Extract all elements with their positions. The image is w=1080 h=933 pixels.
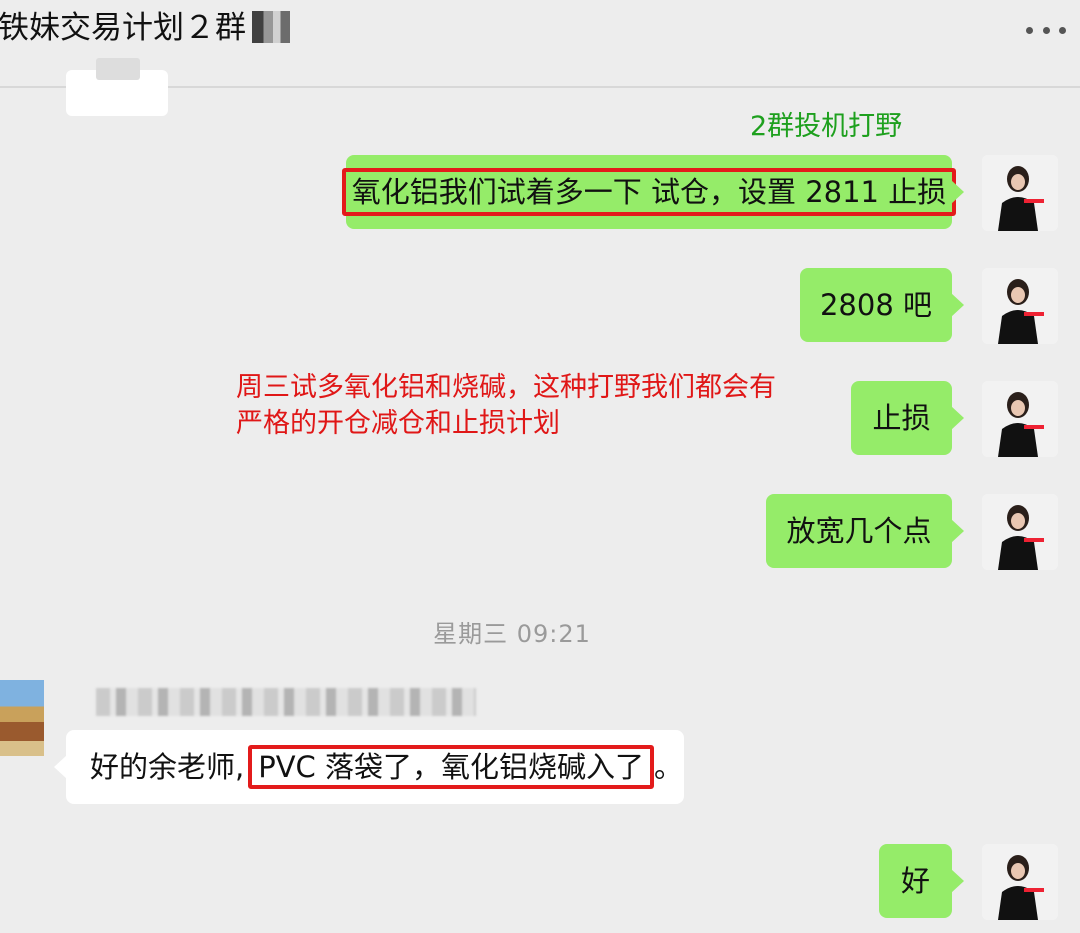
message-bubble-self[interactable]: 氧化铝我们试着多一下 试仓，设置 2811 止损 [341,155,964,229]
message-text-highlighted: PVC 落袋了，氧化铝烧碱入了 [248,745,655,789]
annotation-red: 周三试多氧化铝和烧碱，这种打野我们都会有 严格的开仓减仓和止损计划 [236,370,776,442]
avatar-self[interactable] [982,381,1058,457]
message-text: 2808 吧 [819,288,933,322]
avatar-self[interactable] [982,155,1058,231]
avatar-self[interactable] [982,268,1058,344]
message-text: 放宽几个点 [786,514,932,548]
previous-message-bubble [66,58,168,116]
avatar-self[interactable] [982,494,1058,570]
annotation-green: 2群投机打野 [750,111,903,142]
chat-timestamp: 星期三 09:21 [433,620,591,648]
message-bubble-self[interactable]: 放宽几个点 [766,494,964,568]
avatar-self[interactable] [982,844,1058,920]
annotation-red-line1: 周三试多氧化铝和烧碱，这种打野我们都会有 [236,372,776,403]
mosaic-icon [252,11,290,43]
message-bubble-self[interactable]: 止损 [851,381,964,455]
message-text: 止损 [872,401,931,435]
annotation-red-line2: 严格的开仓减仓和止损计划 [236,408,560,439]
avatar-other[interactable] [0,680,44,756]
message-text-suffix: 。 [654,750,684,784]
message-text-highlighted: 氧化铝我们试着多一下 试仓，设置 2811 止损 [341,168,957,216]
message-bubble-self[interactable]: 2808 吧 [800,268,964,342]
chat-title-text: 铁妹交易计划２群 [0,10,246,46]
more-horizontal-icon[interactable] [1026,24,1066,36]
message-text: 好 [900,864,930,898]
sender-name-blurred [96,688,476,716]
chat-title: 铁妹交易计划２群 [0,8,290,48]
message-bubble-other[interactable]: 好的余老师, PVC 落袋了，氧化铝烧碱入了。 [54,730,684,804]
message-text-prefix: 好的余老师, [90,750,245,784]
message-bubble-self[interactable]: 好 [879,844,964,918]
